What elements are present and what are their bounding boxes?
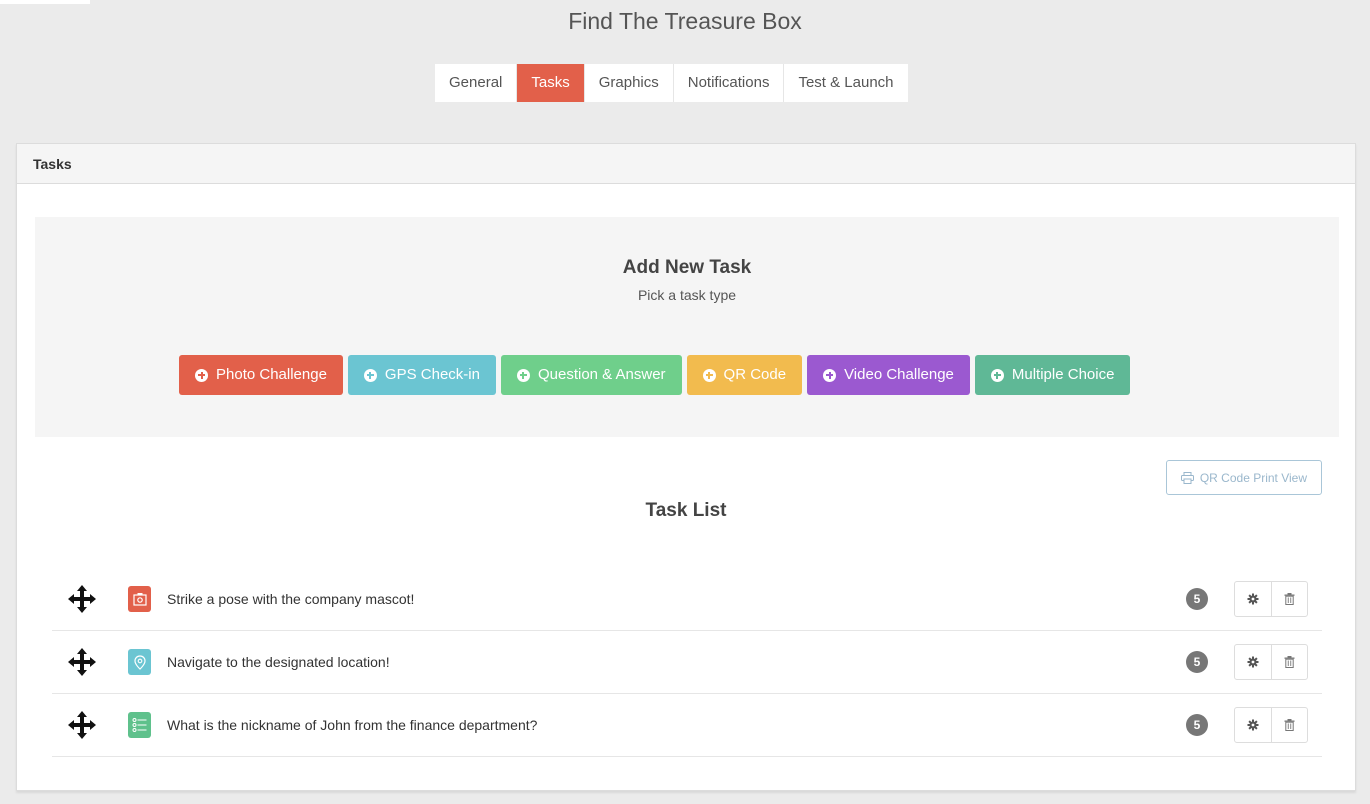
- tab-bar: General Tasks Graphics Notifications Tes…: [435, 64, 908, 102]
- points-badge: 5: [1186, 714, 1208, 736]
- gear-icon: [1247, 593, 1259, 605]
- page-title: Find The Treasure Box: [568, 8, 802, 34]
- move-handle-icon[interactable]: [66, 646, 98, 678]
- location-pin-icon: [128, 649, 151, 675]
- button-label: QR Code: [723, 366, 787, 383]
- plus-circle-icon: [195, 368, 208, 382]
- plus-circle-icon: [823, 368, 837, 382]
- gps-check-in-button[interactable]: GPS Check-in: [347, 355, 496, 395]
- button-label: Question & Answer: [537, 366, 666, 383]
- button-label: GPS Check-in: [384, 366, 480, 383]
- tab-general[interactable]: General: [435, 64, 518, 102]
- task-type-buttons: Photo Challenge GPS Check-in Question & …: [179, 355, 1131, 395]
- add-task-title: Add New Task: [622, 257, 752, 278]
- photo-icon: [128, 586, 151, 612]
- print-view-label: QR Code Print View: [1199, 470, 1307, 485]
- task-text: Navigate to the designated location!: [167, 654, 390, 670]
- add-task-subtitle: Pick a task type: [637, 287, 737, 303]
- task-delete-button[interactable]: [1271, 645, 1307, 679]
- gear-icon: [1247, 719, 1259, 731]
- video-challenge-button[interactable]: Video Challenge: [807, 355, 970, 395]
- button-label: Multiple Choice: [1011, 366, 1115, 383]
- trash-icon: [1284, 593, 1295, 605]
- trash-icon: [1284, 656, 1295, 668]
- qr-code-print-view-button[interactable]: QR Code Print View: [1165, 460, 1322, 495]
- move-handle-icon[interactable]: [66, 709, 98, 741]
- tab-tasks[interactable]: Tasks: [517, 64, 585, 102]
- task-settings-button[interactable]: [1235, 708, 1271, 742]
- task-row: Navigate to the designated location! 5: [52, 631, 1322, 694]
- task-delete-button[interactable]: [1271, 582, 1307, 616]
- points-badge: 5: [1186, 651, 1208, 673]
- plus-circle-icon: [363, 368, 377, 382]
- add-task-section: Add New Task Pick a task type Photo Chal…: [35, 217, 1339, 437]
- task-row: What is the nickname of John from the fi…: [52, 694, 1322, 757]
- task-list: Strike a pose with the company mascot! 5: [52, 568, 1322, 757]
- task-text: What is the nickname of John from the fi…: [167, 717, 538, 733]
- plus-circle-icon: [702, 368, 716, 382]
- move-handle-icon[interactable]: [66, 583, 98, 615]
- button-label: Photo Challenge: [216, 366, 327, 383]
- tab-notifications[interactable]: Notifications: [673, 64, 785, 102]
- button-label: Video Challenge: [844, 366, 954, 383]
- qr-code-button[interactable]: QR Code: [686, 355, 803, 395]
- corner-mark: [0, 0, 90, 4]
- multiple-choice-button[interactable]: Multiple Choice: [974, 355, 1131, 395]
- task-text: Strike a pose with the company mascot!: [167, 591, 415, 607]
- tasks-panel: Tasks Add New Task Pick a task type Phot…: [16, 143, 1356, 791]
- points-badge: 5: [1186, 588, 1208, 610]
- photo-challenge-button[interactable]: Photo Challenge: [179, 355, 343, 395]
- printer-icon: [1180, 471, 1194, 484]
- plus-circle-icon: [516, 368, 530, 382]
- task-list-title: Task List: [645, 500, 727, 521]
- question-answer-button[interactable]: Question & Answer: [500, 355, 682, 395]
- task-settings-button[interactable]: [1235, 645, 1271, 679]
- gear-icon: [1247, 656, 1259, 668]
- task-row: Strike a pose with the company mascot! 5: [52, 568, 1322, 631]
- task-actions: [1234, 644, 1308, 680]
- list-icon: [128, 712, 151, 738]
- task-actions: [1234, 581, 1308, 617]
- plus-circle-icon: [990, 368, 1004, 382]
- task-delete-button[interactable]: [1271, 708, 1307, 742]
- tab-test-launch[interactable]: Test & Launch: [784, 64, 908, 102]
- task-settings-button[interactable]: [1235, 582, 1271, 616]
- task-actions: [1234, 707, 1308, 743]
- trash-icon: [1284, 719, 1295, 731]
- panel-title: Tasks: [17, 144, 1355, 184]
- tab-graphics[interactable]: Graphics: [584, 64, 674, 102]
